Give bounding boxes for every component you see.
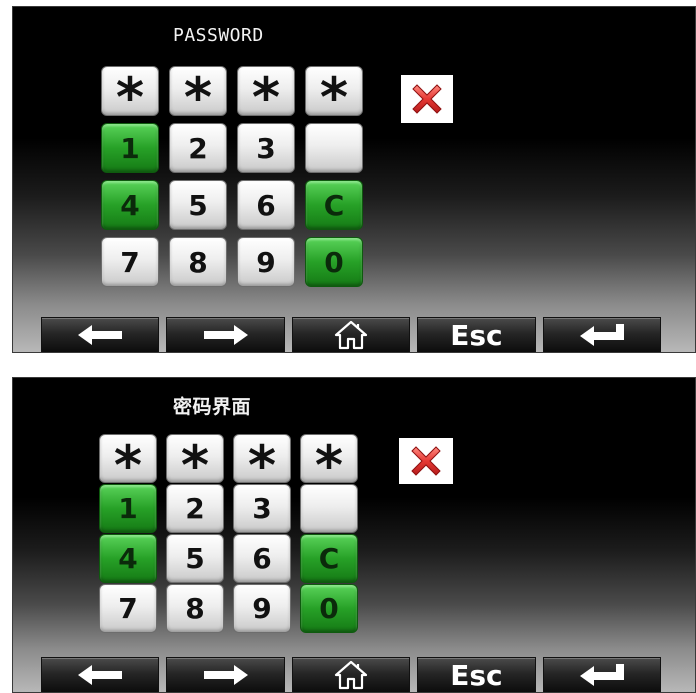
- password-panel-english: PASSWORD * * * * 1 2 3 4 5 6 C 7 8 9 0 E…: [12, 6, 696, 353]
- arrow-right-icon: [203, 665, 248, 685]
- arrow-right-icon: [203, 325, 248, 345]
- key-7[interactable]: 7: [101, 237, 159, 287]
- password-panel-chinese: 密码界面 * * * * 1 2 3 4 5 6 C 7 8 9 0 Esc: [12, 377, 696, 693]
- key-9[interactable]: 9: [237, 237, 295, 287]
- key-8[interactable]: 8: [169, 237, 227, 287]
- key-1[interactable]: 1: [101, 123, 159, 173]
- toolbar: Esc: [41, 657, 662, 692]
- toolbar: Esc: [41, 317, 662, 352]
- key-1[interactable]: 1: [99, 484, 157, 533]
- key-2[interactable]: 2: [169, 123, 227, 173]
- password-digit-3: *: [237, 66, 295, 125]
- key-5[interactable]: 5: [166, 534, 224, 583]
- password-digit-2: *: [166, 434, 224, 492]
- close-icon: [412, 84, 442, 114]
- enter-icon: [579, 664, 624, 686]
- key-8[interactable]: 8: [166, 584, 224, 633]
- password-digit-2: *: [169, 66, 227, 125]
- key-0[interactable]: 0: [305, 237, 363, 287]
- key-6[interactable]: 6: [233, 534, 291, 583]
- enter-icon: [579, 324, 624, 346]
- key-0[interactable]: 0: [300, 584, 358, 633]
- key-clear[interactable]: C: [300, 534, 358, 583]
- forward-button[interactable]: [166, 657, 285, 692]
- key-5[interactable]: 5: [169, 180, 227, 230]
- enter-button[interactable]: [542, 317, 662, 352]
- key-3[interactable]: 3: [233, 484, 291, 533]
- password-digit-3: *: [233, 434, 291, 492]
- key-4[interactable]: 4: [101, 180, 159, 230]
- key-blank[interactable]: [300, 484, 358, 533]
- arrow-left-icon: [78, 665, 123, 685]
- keypad: * * * * 1 2 3 4 5 6 C 7 8 9 0: [101, 66, 363, 287]
- password-digit-1: *: [99, 434, 157, 492]
- key-3[interactable]: 3: [237, 123, 295, 173]
- key-7[interactable]: 7: [99, 584, 157, 633]
- home-button[interactable]: [291, 317, 411, 352]
- password-digit-4: *: [305, 66, 363, 125]
- keypad: * * * * 1 2 3 4 5 6 C 7 8 9 0: [99, 434, 358, 633]
- page-title: 密码界面: [173, 396, 252, 418]
- forward-button[interactable]: [166, 317, 285, 352]
- esc-button[interactable]: Esc: [417, 317, 536, 352]
- key-6[interactable]: 6: [237, 180, 295, 230]
- close-button[interactable]: [401, 75, 453, 123]
- key-9[interactable]: 9: [233, 584, 291, 633]
- home-button[interactable]: [291, 657, 411, 692]
- page-title: PASSWORD: [173, 25, 264, 46]
- close-button[interactable]: [399, 438, 453, 484]
- enter-button[interactable]: [542, 657, 662, 692]
- key-2[interactable]: 2: [166, 484, 224, 533]
- key-4[interactable]: 4: [99, 534, 157, 583]
- esc-button[interactable]: Esc: [417, 657, 536, 692]
- back-button[interactable]: [41, 657, 160, 692]
- key-blank[interactable]: [305, 123, 363, 173]
- arrow-left-icon: [78, 325, 123, 345]
- close-icon: [411, 446, 441, 476]
- password-digit-1: *: [101, 66, 159, 125]
- back-button[interactable]: [41, 317, 160, 352]
- home-icon: [334, 660, 368, 690]
- key-clear[interactable]: C: [305, 180, 363, 230]
- home-icon: [334, 320, 368, 350]
- password-digit-4: *: [300, 434, 358, 492]
